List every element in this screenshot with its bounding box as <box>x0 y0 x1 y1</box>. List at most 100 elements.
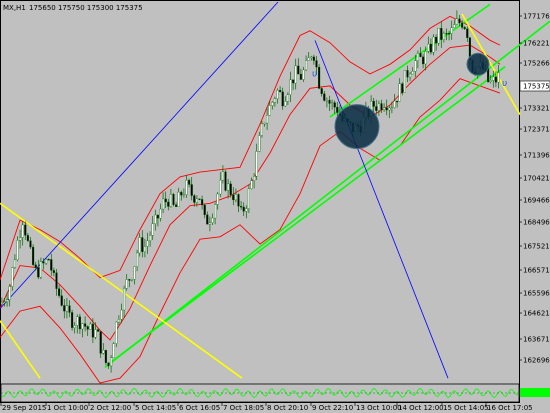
candle-body <box>242 206 245 212</box>
candle-body <box>37 267 40 278</box>
candle-body <box>81 323 84 330</box>
candle-body <box>143 246 146 252</box>
candle-body <box>32 246 35 265</box>
candle-body <box>169 194 172 207</box>
candle-body <box>190 184 193 196</box>
candle-body <box>375 106 378 111</box>
candle-body <box>58 288 61 296</box>
candle-body <box>193 195 196 203</box>
candle-body <box>323 93 326 101</box>
candle-body <box>206 214 209 225</box>
x-axis: 29 Sep 2015 1 Oct 10:00 2 Oct 12:00 5 Oct 1… <box>0 403 533 412</box>
candle-body <box>393 100 396 108</box>
candle-body <box>26 235 29 241</box>
candle-body <box>320 88 323 94</box>
candle-body <box>403 70 406 93</box>
candle-body <box>411 71 414 75</box>
candle-body <box>55 272 58 289</box>
y-tick-label: 162696 <box>523 357 550 365</box>
y-tick-label: 165596 <box>523 290 550 298</box>
candle-body <box>110 357 113 367</box>
candle-body <box>156 214 159 219</box>
candle-body <box>437 28 440 44</box>
candle-body <box>253 176 256 181</box>
candle-body <box>305 60 308 71</box>
candle-body <box>328 99 331 104</box>
candle-body <box>29 240 32 248</box>
signal-marker-2: υ <box>502 79 507 89</box>
candle-body <box>123 288 126 311</box>
candle <box>104 349 107 366</box>
candle-body <box>24 224 27 236</box>
candle-body <box>120 309 123 320</box>
candle-body <box>97 329 100 332</box>
candle-body <box>492 76 495 81</box>
y-tick-label: 177176 <box>523 13 550 21</box>
candle <box>432 34 435 56</box>
candle-body <box>445 33 448 35</box>
candle-body <box>133 266 136 280</box>
candle-body <box>117 319 120 323</box>
candle-body <box>398 83 401 102</box>
candle-body <box>86 326 89 330</box>
candle-body <box>247 188 250 209</box>
candle <box>403 70 406 93</box>
candle-body <box>146 240 149 247</box>
candle <box>115 321 118 347</box>
y-tick-label: 173321 <box>523 105 550 113</box>
candle-body <box>325 99 328 102</box>
candle-body <box>3 301 6 303</box>
candle-body <box>52 270 55 273</box>
candle-body <box>458 18 461 24</box>
candle-body <box>76 316 79 326</box>
candle-body <box>50 259 53 271</box>
candle-body <box>112 343 115 358</box>
candle-body <box>232 194 235 201</box>
candle-body <box>195 198 198 203</box>
candle-body <box>224 171 227 191</box>
x-tick-label: 9 Oct 22:10 <box>312 404 353 412</box>
candle-body <box>281 91 284 107</box>
candle-body <box>276 90 279 99</box>
candle-body <box>333 102 336 108</box>
candle-body <box>211 217 214 223</box>
candle-body <box>188 179 191 185</box>
candle-body <box>255 151 258 177</box>
y-tick-label: 169466 <box>523 197 550 205</box>
candle-body <box>159 208 162 219</box>
candle-body <box>149 235 152 242</box>
candle-body <box>440 28 443 40</box>
candle-body <box>302 69 305 80</box>
candle-body <box>286 94 289 102</box>
candle-body <box>422 56 425 65</box>
candle-body <box>390 107 393 109</box>
x-tick-label: 6 Oct 16:05 <box>179 404 220 412</box>
candle-body <box>385 107 388 111</box>
candle-body <box>91 323 94 338</box>
candle-body <box>13 259 16 268</box>
candle-body <box>68 305 71 313</box>
candle-body <box>141 237 144 252</box>
price-tag: 175375 <box>519 80 550 92</box>
candle-body <box>497 72 500 83</box>
y-tick-label: 170421 <box>523 175 550 183</box>
candle-body <box>71 312 74 328</box>
highlight-circle-1 <box>334 104 380 150</box>
candle-body <box>380 103 383 110</box>
price-chart[interactable]: υυ 1771761762211752661742961733211723711… <box>0 0 550 413</box>
candle-body <box>289 79 292 95</box>
candle-body <box>466 28 469 38</box>
candle-body <box>6 299 9 302</box>
candle-body <box>234 194 237 201</box>
x-tick-label: 2 Oct 12:00 <box>90 404 131 412</box>
candle-body <box>8 286 11 301</box>
candle-body <box>125 279 128 289</box>
candle-body <box>406 70 409 78</box>
x-tick-label: 13 Oct 10:00 <box>356 404 402 412</box>
candle <box>32 244 35 267</box>
candle <box>247 184 250 214</box>
highlight-circle-2 <box>466 52 490 76</box>
y-tick-label: 175266 <box>523 60 550 68</box>
candle-body <box>94 329 97 338</box>
candle-body <box>429 43 432 53</box>
